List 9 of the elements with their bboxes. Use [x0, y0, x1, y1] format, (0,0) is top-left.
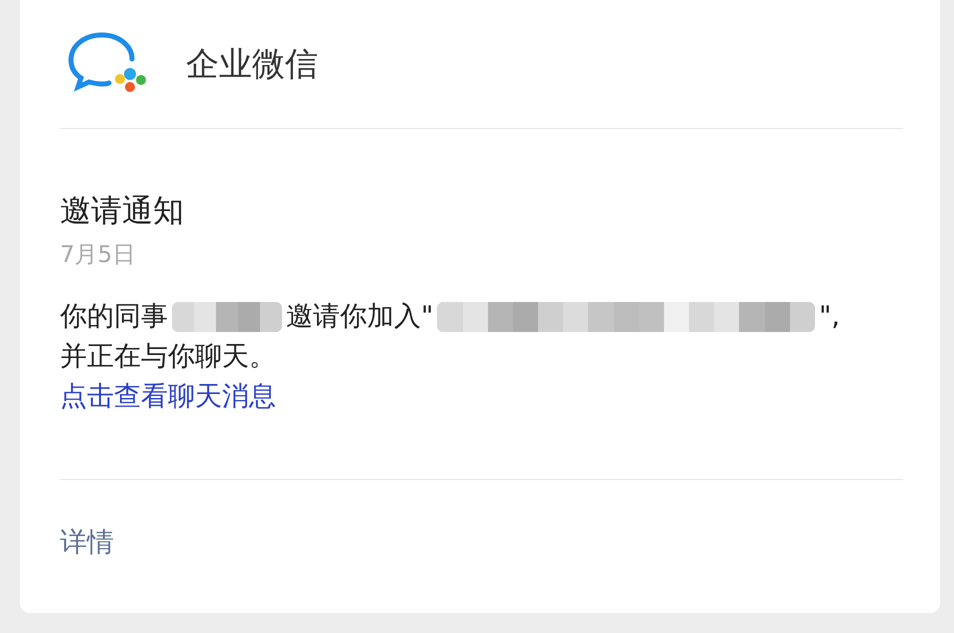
message-text: 并正在与你聊天。 [60, 340, 276, 374]
details-link[interactable]: 详情 [60, 524, 114, 560]
message-text: 邀请你加入" [286, 300, 434, 334]
app-name: 企业微信 [186, 42, 318, 84]
message-date: 7月5日 [60, 241, 136, 270]
view-chat-link[interactable]: 点击查看聊天消息 [60, 377, 276, 417]
message-title: 邀请通知 [60, 192, 185, 231]
message-text: ", [818, 300, 840, 334]
message-text: 你的同事 [60, 300, 168, 334]
